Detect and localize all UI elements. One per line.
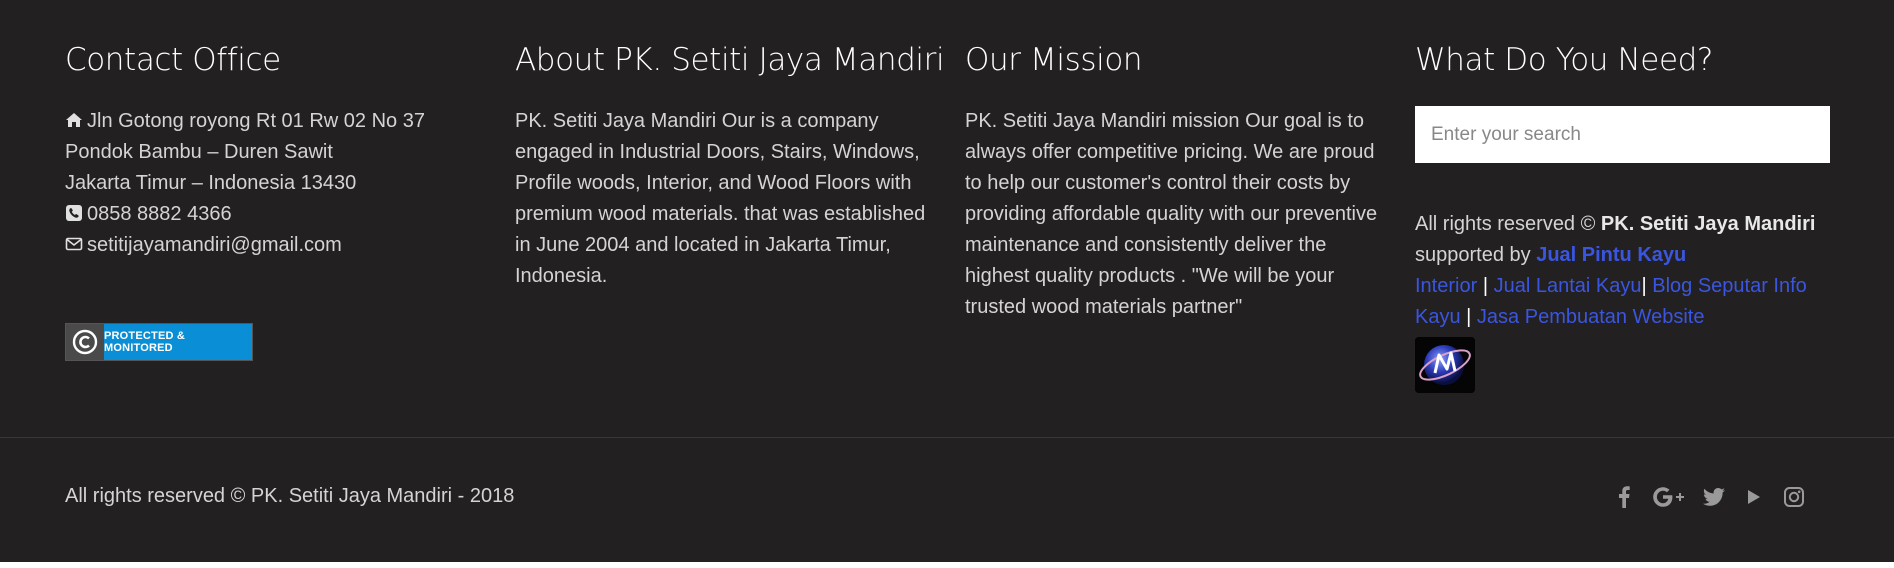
phone-square-icon <box>65 204 83 222</box>
interior-link[interactable]: Interior <box>1415 275 1477 297</box>
address-line-1: Jln Gotong royong Rt 01 Rw 02 No 37 <box>87 110 425 132</box>
email-address[interactable]: setitijayamandiri@gmail.com <box>87 234 342 256</box>
about-line: Profile woods, Interior, and Wood Floors… <box>515 172 912 194</box>
mission-line: maintenance and consistently deliver the <box>965 234 1327 256</box>
youtube-icon[interactable] <box>1742 485 1766 509</box>
jual-lantai-kayu-link[interactable]: Jual Lantai Kayu <box>1494 275 1642 297</box>
search-input[interactable] <box>1415 106 1830 163</box>
contact-column: Contact Office Jln Gotong royong Rt 01 R… <box>65 38 485 261</box>
supported-by-label: supported by <box>1415 244 1531 266</box>
mission-line: to help our customer's control their cos… <box>965 172 1351 194</box>
copyright-icon <box>66 324 104 360</box>
about-heading: About PK. Setiti Jaya Mandiri <box>515 42 945 78</box>
need-column: What Do You Need? All rights reserved © … <box>1415 38 1835 393</box>
home-icon <box>65 111 83 129</box>
copyright-text: All rights reserved © PK. Setiti Jaya Ma… <box>65 485 515 507</box>
about-line: PK. Setiti Jaya Mandiri Our is a company <box>515 110 879 132</box>
mission-line: always offer competitive pricing. We are… <box>965 141 1375 163</box>
twitter-icon[interactable] <box>1702 485 1726 509</box>
envelope-icon <box>65 235 83 253</box>
about-text: PK. Setiti Jaya Mandiri Our is a company… <box>515 106 935 292</box>
contact-heading: Contact Office <box>65 42 281 78</box>
about-column: About PK. Setiti Jaya Mandiri PK. Setiti… <box>515 38 945 292</box>
address-line-3: Jakarta Timur – Indonesia 13430 <box>65 172 357 194</box>
about-line: premium wood materials. that was establi… <box>515 203 926 225</box>
mission-text: PK. Setiti Jaya Mandiri mission Our goal… <box>965 106 1385 323</box>
rights-company: PK. Setiti Jaya Mandiri <box>1600 213 1816 235</box>
contact-info: Jln Gotong royong Rt 01 Rw 02 No 37 Pond… <box>65 106 485 261</box>
footer-divider <box>0 437 1894 438</box>
need-heading: What Do You Need? <box>1415 42 1713 78</box>
separator: | <box>1482 275 1489 297</box>
mission-column: Our Mission PK. Setiti Jaya Mandiri miss… <box>965 38 1385 323</box>
protected-monitored-badge[interactable]: PROTECTED & MONITORED <box>65 323 253 361</box>
rights-block: All rights reserved © PK. Setiti Jaya Ma… <box>1415 209 1835 333</box>
about-line: Indonesia. <box>515 265 608 287</box>
footer-widgets: Contact Office Jln Gotong royong Rt 01 R… <box>0 0 1894 437</box>
kayu-link[interactable]: Kayu <box>1415 306 1461 328</box>
phone-number: 0858 8882 4366 <box>87 203 232 225</box>
social-links <box>1612 485 1806 509</box>
web-developer-logo[interactable] <box>1415 337 1475 393</box>
google-plus-icon[interactable] <box>1652 485 1686 509</box>
mission-line: PK. Setiti Jaya Mandiri mission Our goal… <box>965 110 1365 132</box>
mission-line: providing affordable quality with our pr… <box>965 203 1378 225</box>
blog-seputar-info-link[interactable]: Blog Seputar Info <box>1652 275 1807 297</box>
jual-pintu-kayu-link[interactable]: Jual Pintu Kayu <box>1536 244 1686 266</box>
bottom-edge <box>0 562 1894 568</box>
separator: | <box>1641 275 1647 297</box>
mission-line: trusted wood materials partner" <box>965 296 1243 318</box>
instagram-icon[interactable] <box>1782 485 1806 509</box>
about-line: in June 2004 and located in Jakarta Timu… <box>515 234 891 256</box>
separator: | <box>1466 306 1472 328</box>
badge-label: PROTECTED & MONITORED <box>104 330 186 354</box>
about-line: engaged in Industrial Doors, Stairs, Win… <box>515 141 920 163</box>
rights-prefix: All rights reserved © <box>1415 213 1596 235</box>
jasa-pembuatan-website-link[interactable]: Jasa Pembuatan Website <box>1477 306 1705 328</box>
mission-heading: Our Mission <box>965 42 1143 78</box>
facebook-icon[interactable] <box>1612 485 1636 509</box>
mission-line: highest quality products . "We will be y… <box>965 265 1335 287</box>
address-line-2: Pondok Bambu – Duren Sawit <box>65 141 333 163</box>
